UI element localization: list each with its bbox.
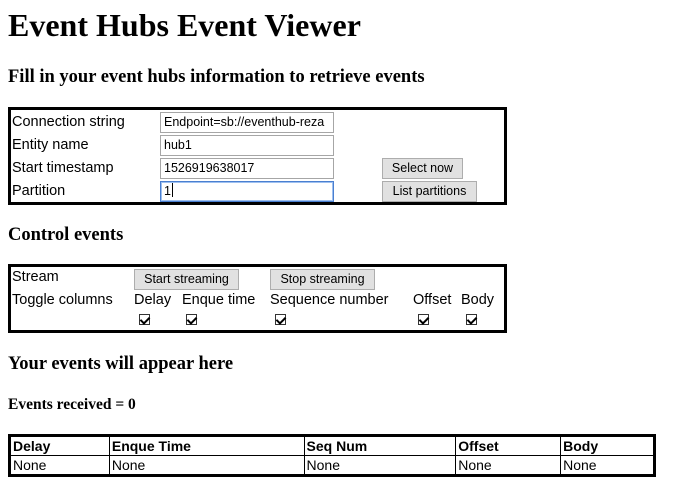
connection-string-input[interactable]: Endpoint=sb://eventhub-reza — [160, 112, 334, 133]
toggle-offset-label: Offset — [413, 292, 452, 308]
page-title: Event Hubs Event Viewer — [8, 7, 361, 43]
column-header-enque-time: Enque Time — [108, 435, 305, 456]
start-timestamp-input[interactable]: 1526919638017 — [160, 158, 334, 179]
text-caret — [171, 183, 173, 197]
table-cell-offset: None — [455, 455, 562, 476]
toggle-sequence-number-checkbox[interactable] — [275, 314, 286, 325]
column-header-offset: Offset — [455, 435, 562, 456]
table-header-row: Delay Enque Time Seq Num Offset Body — [9, 435, 655, 456]
stream-label: Stream — [12, 269, 59, 285]
entity-name-label: Entity name — [12, 137, 89, 153]
events-heading: Your events will appear here — [8, 354, 234, 374]
events-count: Events received = 0 — [8, 396, 136, 413]
table-cell-enque-time: None — [108, 455, 305, 476]
table-cell-body: None — [560, 455, 655, 476]
start-timestamp-label: Start timestamp — [12, 160, 114, 176]
toggle-offset-checkbox[interactable] — [418, 314, 429, 325]
column-header-body: Body — [560, 435, 655, 456]
toggle-body-checkbox[interactable] — [466, 314, 477, 325]
partition-value: 1 — [164, 184, 171, 198]
toggle-sequence-number-label: Sequence number — [270, 292, 389, 308]
events-table: Delay Enque Time Seq Num Offset Body Non… — [8, 434, 656, 477]
toggle-columns-label: Toggle columns — [12, 292, 113, 308]
list-partitions-button[interactable]: List partitions — [382, 181, 477, 202]
stop-streaming-button[interactable]: Stop streaming — [270, 269, 375, 290]
entity-name-input[interactable]: hub1 — [160, 135, 334, 156]
toggle-enque-time-checkbox[interactable] — [186, 314, 197, 325]
control-events-heading: Control events — [8, 225, 124, 245]
toggle-delay-label: Delay — [134, 292, 172, 308]
table-cell-seq-num: None — [303, 455, 457, 476]
select-now-button[interactable]: Select now — [382, 158, 463, 179]
start-streaming-button[interactable]: Start streaming — [134, 269, 239, 290]
toggle-body-label: Body — [461, 292, 495, 308]
page-subtitle: Fill in your event hubs information to r… — [8, 67, 425, 87]
toggle-delay-checkbox[interactable] — [139, 314, 150, 325]
table-cell-delay: None — [9, 455, 110, 476]
partition-label: Partition — [12, 183, 66, 199]
column-header-delay: Delay — [9, 435, 110, 456]
column-header-seq-num: Seq Num — [303, 435, 457, 456]
table-row: None None None None None — [9, 455, 655, 476]
connection-string-label: Connection string — [12, 114, 125, 130]
toggle-enque-time-label: Enque time — [182, 292, 256, 308]
partition-input[interactable]: 1 — [160, 181, 334, 202]
